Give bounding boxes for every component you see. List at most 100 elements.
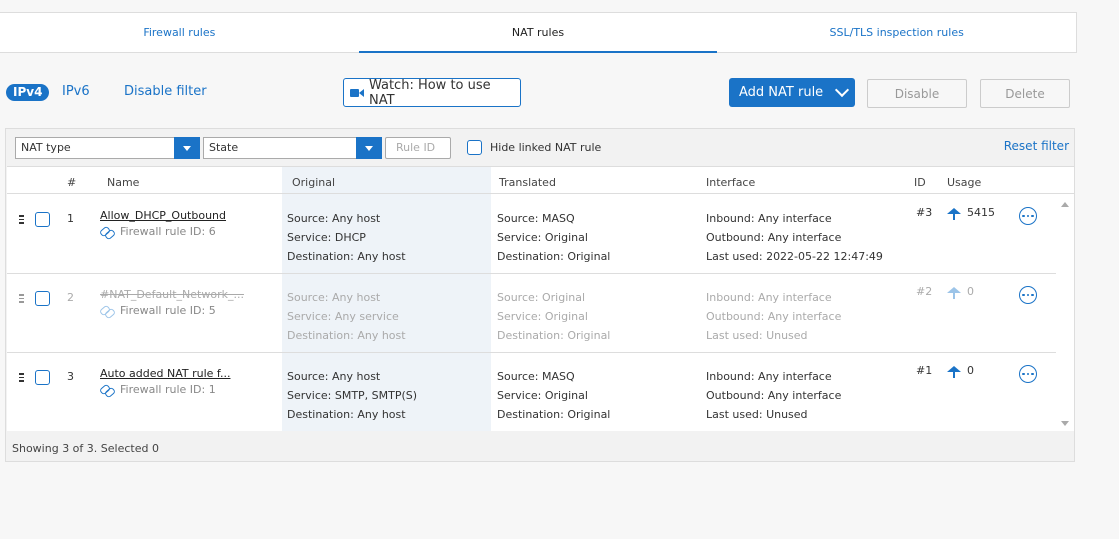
rule-name-link[interactable]: Allow_DHCP_Outbound (100, 209, 226, 222)
add-nat-rule-label: Add NAT rule (739, 85, 824, 100)
col-interface: Interface (706, 176, 756, 189)
more-options-icon[interactable] (1019, 207, 1037, 225)
scroll-down-icon[interactable] (1061, 421, 1069, 426)
drag-handle-icon[interactable] (19, 294, 24, 305)
disable-button[interactable]: Disable (867, 79, 967, 108)
table-row[interactable]: 2 #NAT_Default_Network_... Firewall rule… (7, 274, 1056, 353)
rule-id: #2 (916, 285, 933, 298)
interface-cell: Inbound: Any interface Outbound: Any int… (706, 288, 841, 345)
outbound-interface: Outbound: Any interface (706, 389, 842, 402)
drag-handle-icon[interactable] (19, 373, 24, 384)
state-select[interactable]: State (203, 137, 382, 159)
ipv6-toggle[interactable]: IPv6 (62, 84, 90, 99)
original-service: Service: SMTP, SMTP(S) (287, 389, 418, 402)
original-source: Source: Any host (287, 291, 381, 304)
usage-count: 0 (947, 364, 974, 378)
row-number: 1 (67, 212, 74, 225)
table-row[interactable]: 1 Allow_DHCP_Outbound Firewall rule ID: … (7, 195, 1056, 274)
last-used: Last used: 2022-05-22 12:47:49 (706, 250, 883, 263)
translated-source: Source: MASQ (497, 370, 575, 383)
nat-rules-panel: NAT type State Rule ID Hide linked NAT r… (5, 128, 1075, 462)
table-scrollbar[interactable] (1056, 194, 1074, 431)
table-header: # Name Original Translated Interface ID … (7, 167, 1074, 194)
delete-button[interactable]: Delete (980, 79, 1070, 108)
table-row[interactable]: 3 Auto added NAT rule f... Firewall rule… (7, 353, 1056, 431)
rule-name-cell: #NAT_Default_Network_... Firewall rule I… (100, 288, 244, 317)
translated-destination: Destination: Original (497, 408, 611, 421)
nat-type-select[interactable]: NAT type (15, 137, 200, 159)
firewall-rule-id: Firewall rule ID: 6 (120, 225, 216, 238)
translated-destination: Destination: Original (497, 250, 611, 263)
linked-firewall-rule[interactable]: Firewall rule ID: 6 (100, 225, 226, 238)
translated-service: Service: Original (497, 389, 588, 402)
hide-linked-nat-rule[interactable]: Hide linked NAT rule (467, 140, 601, 155)
tab-ssl-tls-inspection-rules[interactable]: SSL/TLS inspection rules (717, 13, 1076, 52)
scroll-up-icon[interactable] (1061, 202, 1069, 207)
translated-destination: Destination: Original (497, 329, 611, 342)
outbound-interface: Outbound: Any interface (706, 231, 842, 244)
chevron-down-icon[interactable] (834, 82, 850, 98)
translated-cell: Source: MASQ Service: Original Destinati… (497, 209, 610, 266)
col-translated: Translated (499, 176, 556, 189)
col-id: ID (914, 176, 926, 189)
tab-nat-rules[interactable]: NAT rules (358, 13, 718, 53)
rule-id: #1 (916, 364, 933, 377)
col-usage: Usage (947, 176, 982, 189)
original-service: Service: Any service (287, 310, 399, 323)
linked-firewall-rule[interactable]: Firewall rule ID: 1 (100, 383, 230, 396)
usage-value: 0 (967, 285, 974, 298)
col-name[interactable]: Name (107, 176, 139, 189)
watch-video-button[interactable]: Watch: How to use NAT (343, 78, 521, 108)
translated-service: Service: Original (497, 231, 588, 244)
firewall-rule-id: Firewall rule ID: 1 (120, 383, 216, 396)
rule-name-link[interactable]: Auto added NAT rule f... (100, 367, 230, 380)
dropdown-arrow-icon (174, 137, 200, 159)
usage-icon (947, 287, 961, 299)
last-used: Last used: Unused (706, 329, 808, 342)
row-number: 2 (67, 291, 74, 304)
row-checkbox[interactable] (35, 370, 50, 385)
rule-id: #3 (916, 206, 933, 219)
more-options-icon[interactable] (1019, 365, 1037, 383)
toolbar: IPv4 IPv6 Disable filter Watch: How to u… (0, 76, 1077, 110)
translated-source: Source: MASQ (497, 212, 575, 225)
reset-filter-link[interactable]: Reset filter (1004, 139, 1069, 153)
translated-cell: Source: MASQ Service: Original Destinati… (497, 367, 610, 424)
usage-count: 5415 (947, 206, 995, 220)
ipv4-toggle[interactable]: IPv4 (6, 84, 50, 101)
usage-value: 5415 (967, 206, 995, 219)
rule-id-input[interactable]: Rule ID (385, 137, 451, 159)
outbound-interface: Outbound: Any interface (706, 310, 842, 323)
inbound-interface: Inbound: Any interface (706, 370, 832, 383)
interface-cell: Inbound: Any interface Outbound: Any int… (706, 367, 841, 424)
video-camera-icon (350, 88, 364, 98)
link-icon (100, 227, 114, 237)
inbound-interface: Inbound: Any interface (706, 291, 832, 304)
original-destination: Destination: Any host (287, 408, 406, 421)
row-checkbox[interactable] (35, 212, 50, 227)
original-destination: Destination: Any host (287, 329, 406, 342)
dropdown-arrow-icon (356, 137, 382, 159)
linked-firewall-rule[interactable]: Firewall rule ID: 5 (100, 304, 244, 317)
rule-name-cell: Auto added NAT rule f... Firewall rule I… (100, 367, 230, 396)
rule-name-link[interactable]: #NAT_Default_Network_... (100, 288, 244, 301)
nat-type-value: NAT type (21, 141, 71, 154)
usage-icon (947, 208, 961, 220)
translated-cell: Source: Original Service: Original Desti… (497, 288, 610, 345)
original-source: Source: Any host (287, 370, 381, 383)
inbound-interface: Inbound: Any interface (706, 212, 832, 225)
tab-firewall-rules[interactable]: Firewall rules (0, 13, 359, 52)
more-options-icon[interactable] (1019, 286, 1037, 304)
filter-bar: NAT type State Rule ID Hide linked NAT r… (6, 129, 1074, 166)
row-checkbox[interactable] (35, 291, 50, 306)
rule-name-cell: Allow_DHCP_Outbound Firewall rule ID: 6 (100, 209, 226, 238)
last-used: Last used: Unused (706, 408, 808, 421)
hide-linked-label: Hide linked NAT rule (490, 141, 602, 154)
original-cell: Source: Any host Service: DHCP Destinati… (287, 209, 406, 266)
hide-linked-checkbox[interactable] (467, 140, 482, 155)
original-cell: Source: Any host Service: Any service De… (287, 288, 406, 345)
drag-handle-icon[interactable] (19, 215, 24, 226)
disable-filter-link[interactable]: Disable filter (124, 84, 207, 99)
add-nat-rule-button[interactable]: Add NAT rule (729, 78, 855, 107)
usage-value: 0 (967, 364, 974, 377)
